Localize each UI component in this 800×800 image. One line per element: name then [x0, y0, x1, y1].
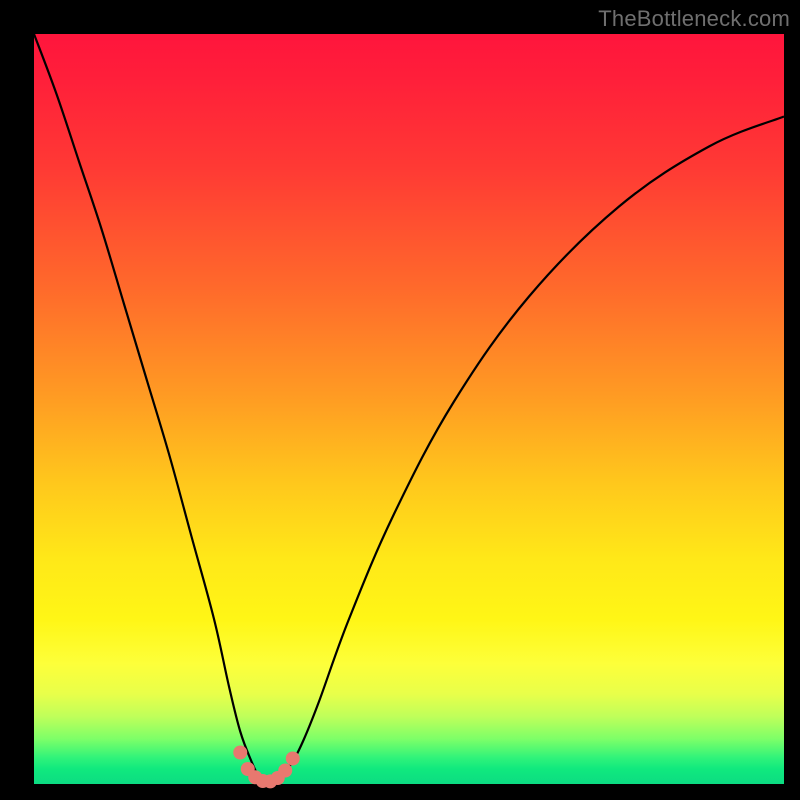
chart-frame: TheBottleneck.com: [0, 0, 800, 800]
valley-marker: [278, 764, 292, 778]
curve-path: [34, 34, 784, 782]
valley-marker: [286, 752, 300, 766]
plot-area: [34, 34, 784, 784]
bottleneck-curve: [34, 34, 784, 784]
watermark-text: TheBottleneck.com: [598, 6, 790, 32]
valley-markers: [233, 746, 300, 789]
valley-marker: [233, 746, 247, 760]
